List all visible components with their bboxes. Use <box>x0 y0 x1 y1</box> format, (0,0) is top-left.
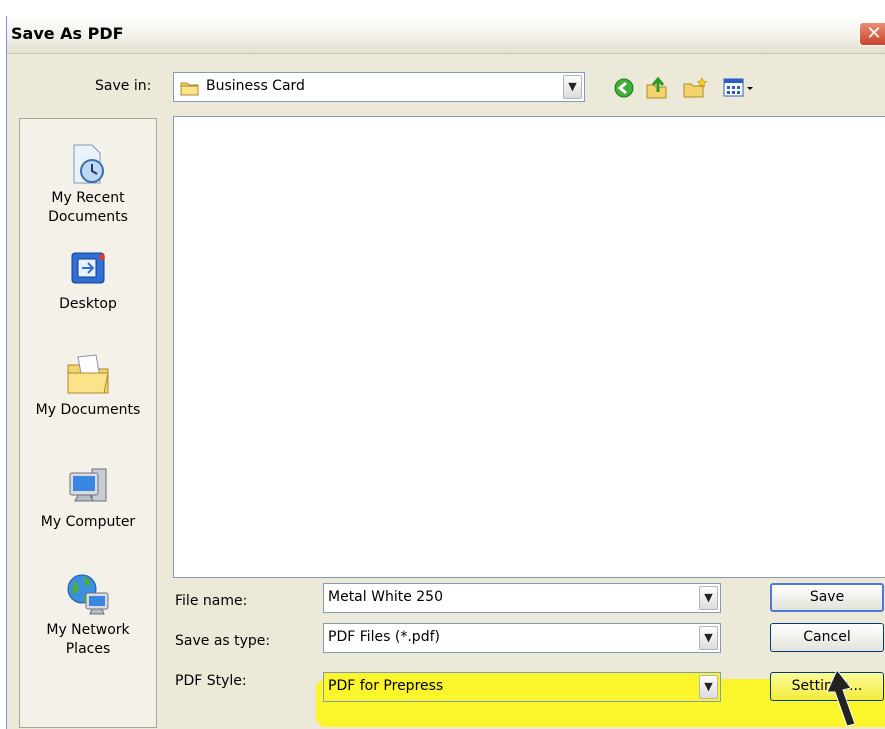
place-my-network-places[interactable]: My Network Places <box>20 571 156 659</box>
save-as-type-dropdown[interactable]: PDF Files (*.pdf) ▼ <box>323 623 721 653</box>
my-documents-icon <box>67 354 109 394</box>
place-label-line1: My Recent <box>51 190 125 206</box>
place-my-recent-documents[interactable]: My Recent Documents <box>20 143 156 227</box>
close-button[interactable]: ✕ <box>859 22 885 46</box>
place-desktop[interactable]: Desktop <box>20 249 156 314</box>
my-computer-icon <box>69 468 107 502</box>
dialog-title: Save As PDF <box>11 24 124 43</box>
save-as-type-label: Save as type: <box>175 633 271 649</box>
recent-documents-icon <box>73 144 104 184</box>
up-folder-icon[interactable] <box>645 76 669 100</box>
save-in-label: Save in: <box>95 78 152 94</box>
save-as-type-value: PDF Files (*.pdf) <box>328 629 440 645</box>
folder-icon <box>180 82 199 96</box>
pointer-arrow-icon <box>826 669 856 727</box>
pdf-style-label: PDF Style: <box>175 673 247 689</box>
chevron-down-icon: ▼ <box>568 80 577 93</box>
chevron-down-icon: ▼ <box>704 591 713 604</box>
file-name-label: File name: <box>175 593 248 609</box>
network-places-icon <box>67 574 109 615</box>
save-in-dropdown-arrow[interactable]: ▼ <box>563 75 582 99</box>
cancel-button[interactable]: Cancel <box>770 623 884 652</box>
place-label-line2: Places <box>65 641 111 657</box>
places-bar: My Recent Documents Desktop My Documents <box>19 118 157 728</box>
pdf-style-dropdown[interactable]: PDF for Prepress ▼ <box>323 672 721 702</box>
place-label-line1: Desktop <box>59 296 117 312</box>
new-folder-icon[interactable] <box>682 76 708 100</box>
file-list[interactable] <box>173 116 885 578</box>
place-label-line1: My Documents <box>35 402 141 418</box>
file-name-input[interactable]: Metal White 250 ▼ <box>323 583 721 613</box>
back-icon[interactable] <box>614 78 634 98</box>
save-in-dropdown[interactable]: Business Card ▼ <box>173 72 585 102</box>
file-name-value: Metal White 250 <box>328 589 443 605</box>
close-icon: ✕ <box>866 23 882 44</box>
save-as-pdf-dialog: Save As PDF ✕ Save in: Business Card ▼ M… <box>6 16 885 729</box>
place-label-line1: My Computer <box>40 514 136 530</box>
pdf-style-dropdown-arrow[interactable]: ▼ <box>699 675 718 699</box>
place-my-documents[interactable]: My Documents <box>20 351 156 420</box>
view-menu-icon[interactable] <box>723 78 755 98</box>
save-button[interactable]: Save <box>770 583 884 612</box>
file-name-dropdown-arrow[interactable]: ▼ <box>699 586 718 610</box>
chevron-down-icon: ▼ <box>704 680 713 693</box>
desktop-icon <box>71 252 105 284</box>
place-label-line1: My Network <box>46 622 130 638</box>
save-as-type-dropdown-arrow[interactable]: ▼ <box>699 626 718 650</box>
place-my-computer[interactable]: My Computer <box>20 463 156 532</box>
pdf-style-value: PDF for Prepress <box>328 678 444 694</box>
place-label-line2: Documents <box>48 209 128 225</box>
save-in-value: Business Card <box>206 78 305 94</box>
chevron-down-icon: ▼ <box>704 631 713 644</box>
title-bar: Save As PDF ✕ <box>7 16 885 54</box>
